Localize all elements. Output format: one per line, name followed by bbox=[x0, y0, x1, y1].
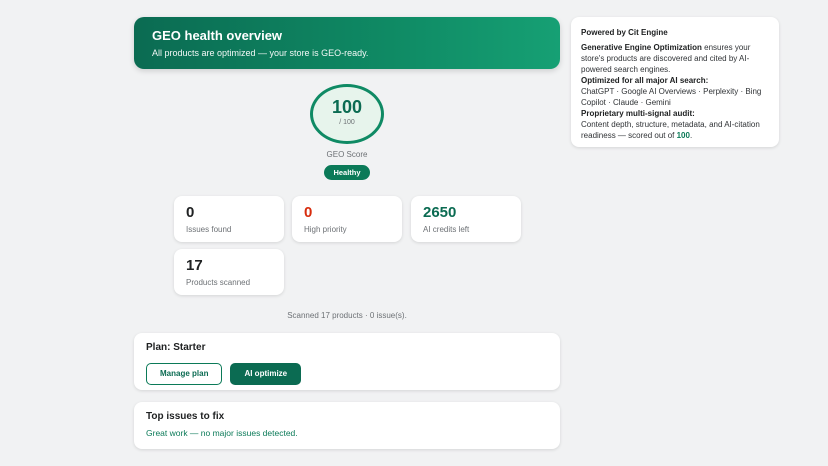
audit-end: . bbox=[689, 131, 693, 140]
geo-score-ring: 100 / 100 bbox=[310, 84, 384, 144]
scan-summary: Scanned 17 products · 0 issue(s). bbox=[287, 311, 407, 320]
engine-info-heading: Powered by Cit Engine bbox=[581, 28, 668, 37]
status-badge: Healthy bbox=[324, 165, 370, 180]
manage-plan-button[interactable]: Manage plan bbox=[146, 363, 223, 385]
engine-info-intro: Generative Engine Optimization ensures y… bbox=[581, 42, 769, 75]
geo-health-banner: GEO health overview All products are opt… bbox=[134, 17, 560, 69]
top-issues-title: Top issues to fix bbox=[146, 411, 225, 422]
stat-label: High priority bbox=[304, 225, 347, 234]
top-issues-card: Top issues to fix Great work — no major … bbox=[134, 402, 560, 449]
audit-max: 100 bbox=[676, 131, 690, 140]
engine-info-card: Powered by Cit Engine Generative Engine … bbox=[571, 17, 779, 147]
plan-actions: Manage plan AI optimize bbox=[146, 363, 548, 385]
stat-value: 0 bbox=[304, 204, 313, 221]
ai-optimize-button[interactable]: AI optimize bbox=[230, 363, 302, 385]
plan-card: Plan: Starter Manage plan AI optimize bbox=[134, 333, 560, 390]
stat-issues-found: 0 Issues found bbox=[174, 196, 284, 242]
engines-list: ChatGPT · Google AI Overviews · Perplexi… bbox=[581, 87, 762, 107]
intro-bold: Generative Engine Optimization bbox=[581, 43, 702, 52]
no-issues-message: Great work — no major issues detected. bbox=[146, 428, 298, 438]
stat-products-scanned: 17 Products scanned bbox=[174, 249, 284, 295]
audit-description: Content depth, structure, metadata, and … bbox=[581, 119, 769, 141]
score-label: GEO Score bbox=[326, 150, 368, 159]
audit-heading: Proprietary multi-signal audit: bbox=[581, 109, 695, 118]
plan-title: Plan: Starter bbox=[146, 342, 206, 353]
stat-value: 0 bbox=[186, 204, 195, 221]
stat-high-priority: 0 High priority bbox=[292, 196, 402, 242]
stat-ai-credits: 2650 AI credits left bbox=[411, 196, 521, 242]
stat-value: 17 bbox=[186, 257, 203, 274]
engines-heading: Optimized for all major AI search: bbox=[581, 76, 709, 85]
stat-label: Issues found bbox=[186, 225, 232, 234]
score-max: / 100 bbox=[339, 119, 355, 126]
score-value: 100 bbox=[331, 97, 363, 117]
banner-subtitle: All products are optimized — your store … bbox=[152, 48, 369, 58]
stat-label: AI credits left bbox=[423, 225, 470, 234]
stat-label: Products scanned bbox=[186, 278, 251, 287]
audit-text: Content depth, structure, metadata, and … bbox=[581, 120, 760, 140]
banner-title: GEO health overview bbox=[152, 28, 283, 43]
stat-value: 2650 bbox=[423, 204, 457, 221]
